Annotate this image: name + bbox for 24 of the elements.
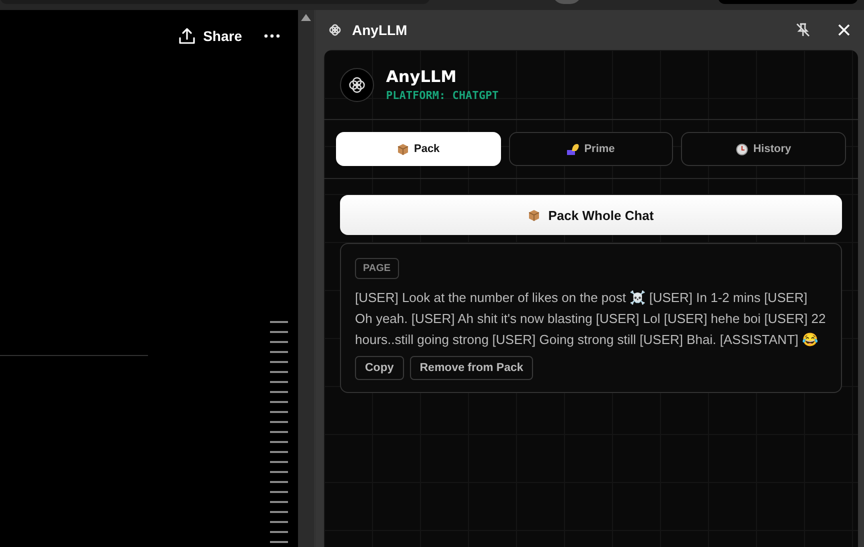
knot-logo-icon [340, 68, 374, 102]
action-button[interactable]: Remove from Pack [410, 356, 534, 380]
action-button[interactable]: Copy [355, 356, 404, 380]
tab[interactable]: Pack [336, 132, 501, 166]
pack-button[interactable]: Pack Whole Chat [340, 195, 842, 235]
scroll-up-icon[interactable] [301, 14, 311, 21]
close-icon[interactable] [838, 24, 850, 36]
tab[interactable]: Prime [508, 132, 674, 166]
unpin-icon[interactable] [796, 23, 810, 37]
app-name: AnyLLM [386, 67, 458, 86]
panel-title: AnyLLM [352, 22, 408, 38]
page-tag: PAGE [355, 258, 399, 279]
item-text: [USER] Look at the number of likes on the post ☠ [USER] In 1-2 mins [USER] Oh yeah. [USER] Ah shit it's now blasting [USER] Lol [USER] hehe boi [USER] 22 hours..still going strong [USER] Going strong still [USER] Bhai. [ASSISTANT] 😂 [355, 289, 827, 349]
upload-icon [178, 27, 196, 45]
box-icon [528, 208, 542, 222]
knot-icon [328, 23, 342, 37]
scrollbar[interactable] [298, 10, 316, 547]
box-icon [396, 142, 409, 156]
clock-icon [736, 142, 748, 156]
hand-icon [567, 142, 580, 156]
platform-label: PLATFORM: CHATGPT [386, 89, 499, 102]
share-button[interactable]: Share [178, 27, 242, 45]
tab[interactable]: History [681, 132, 846, 166]
more-icon[interactable] [264, 34, 280, 38]
